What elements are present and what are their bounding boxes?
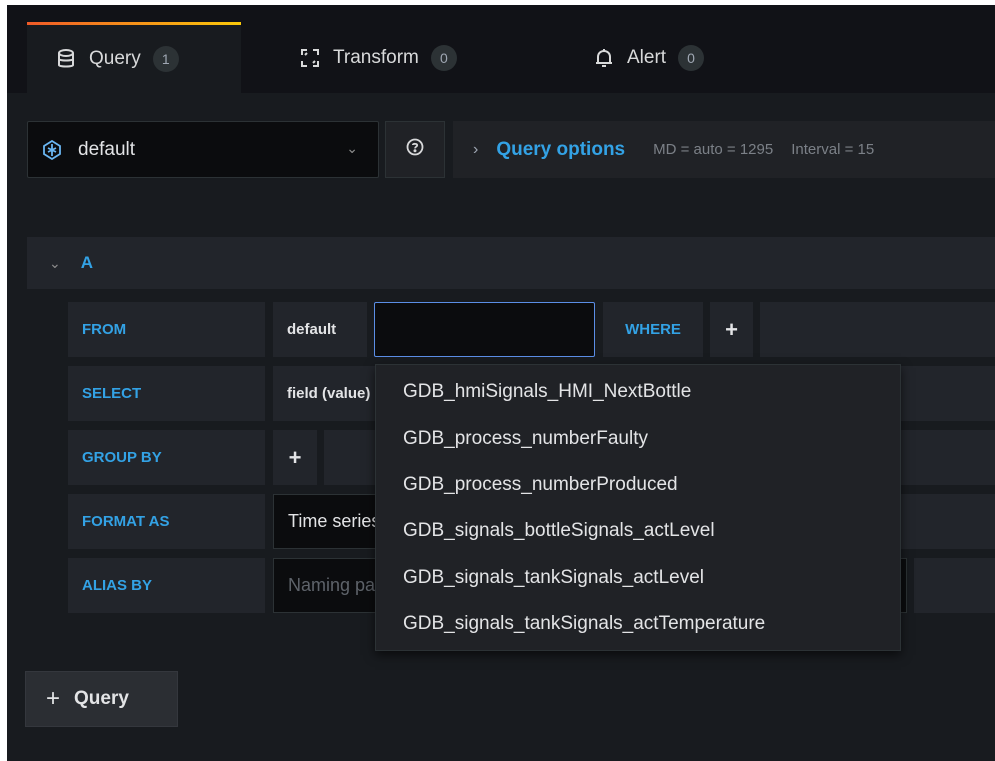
- measurement-option[interactable]: GDB_process_numberFaulty: [376, 415, 900, 461]
- tab-transform-count: 0: [430, 44, 457, 71]
- measurement-option[interactable]: GDB_hmiSignals_HMI_NextBottle: [376, 369, 900, 415]
- where-label: WHERE: [603, 302, 703, 357]
- chevron-down-icon[interactable]: ⌄: [49, 255, 61, 272]
- datasource-help-button[interactable]: [385, 121, 445, 178]
- datasource-name: default: [78, 138, 136, 160]
- measurement-option[interactable]: GDB_process_numberProduced: [376, 462, 900, 508]
- add-query-button[interactable]: + Query: [25, 671, 178, 727]
- tab-transform[interactable]: Transform 0: [299, 22, 457, 93]
- from-label: FROM: [68, 302, 265, 357]
- query-options-interval: Interval = 15: [791, 141, 875, 158]
- select-row-filler: [901, 366, 995, 421]
- datasource-picker[interactable]: default ⌄: [27, 121, 379, 178]
- plus-icon: +: [46, 685, 61, 712]
- measurement-option[interactable]: GDB_signals_bottleSignals_actLevel: [376, 508, 900, 554]
- retention-policy-segment[interactable]: default: [273, 302, 367, 357]
- from-row-filler: [760, 302, 995, 357]
- tab-alert-label: Alert: [627, 46, 667, 68]
- query-editor-panel: Query 1 Transform 0 Alert 0 default ⌄ › …: [7, 5, 995, 761]
- measurement-input[interactable]: [374, 302, 595, 357]
- add-query-label: Query: [74, 688, 129, 709]
- alias-by-row-filler: [914, 558, 995, 613]
- measurement-option[interactable]: GDB_signals_tankSignals_actLevel: [376, 555, 900, 601]
- query-editor-body: default ⌄ › Query options MD = auto = 12…: [7, 93, 995, 761]
- influxdb-icon: [42, 139, 62, 160]
- format-as-label: FORMAT AS: [68, 494, 265, 549]
- chevron-down-icon: ⌄: [346, 140, 358, 156]
- editor-tab-bar: Query 1 Transform 0 Alert 0: [7, 5, 995, 93]
- query-options-title: Query options: [496, 138, 626, 160]
- transform-icon: [299, 47, 321, 69]
- query-ref-id: A: [80, 253, 94, 272]
- group-by-row-filler: [901, 430, 995, 485]
- tab-query[interactable]: Query 1: [27, 22, 241, 93]
- query-options-md: MD = auto = 1295: [653, 141, 774, 158]
- select-label: SELECT: [68, 366, 265, 421]
- tab-alert[interactable]: Alert 0: [593, 22, 705, 93]
- database-icon: [55, 48, 77, 70]
- query-options-bar[interactable]: › Query options MD = auto = 1295 Interva…: [453, 121, 995, 178]
- measurement-dropdown: GDB_hmiSignals_HMI_NextBottle GDB_proces…: [375, 364, 901, 651]
- format-as-row-filler: [901, 494, 995, 549]
- group-by-label: GROUP BY: [68, 430, 265, 485]
- add-where-button[interactable]: +: [710, 302, 753, 357]
- query-row-header[interactable]: ⌄ A: [27, 237, 995, 289]
- add-group-by-button[interactable]: +: [273, 430, 317, 485]
- tab-query-count: 1: [152, 46, 179, 72]
- tab-alert-count: 0: [678, 44, 705, 71]
- measurement-option[interactable]: GDB_signals_tankSignals_actTemperature: [376, 601, 900, 647]
- alias-by-label: ALIAS BY: [68, 558, 265, 613]
- bell-icon: [593, 47, 615, 69]
- help-circle-icon: [406, 138, 424, 161]
- tab-query-label: Query: [89, 48, 141, 69]
- tab-transform-label: Transform: [333, 46, 419, 68]
- chevron-right-icon: ›: [473, 140, 479, 158]
